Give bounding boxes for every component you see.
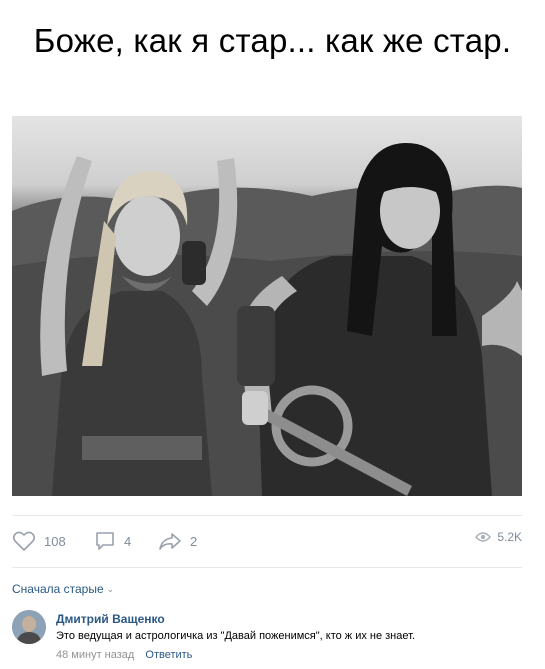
share-icon xyxy=(158,530,182,552)
post-caption: Боже, как я стар... как же стар. xyxy=(33,22,512,59)
share-count: 2 xyxy=(190,533,198,549)
like-count: 108 xyxy=(44,533,66,549)
eye-icon xyxy=(475,531,492,543)
comment-button[interactable]: 4 xyxy=(94,530,131,552)
comment-meta: 48 минут назад Ответить xyxy=(56,649,192,661)
actions-divider-top xyxy=(12,515,522,516)
chevron-down-icon: ⌄ xyxy=(106,583,115,594)
actions-divider-bottom xyxy=(12,567,522,568)
post-photo[interactable] xyxy=(12,116,522,496)
views-counter: 5.2K xyxy=(475,530,522,544)
heart-icon xyxy=(12,530,36,552)
like-button[interactable]: 108 xyxy=(12,530,66,552)
share-button[interactable]: 2 xyxy=(158,530,197,552)
comments-sort-label: Сначала старые xyxy=(12,582,104,596)
comment-author[interactable]: Дмитрий Ващенко xyxy=(56,612,165,626)
post-actions-bar: 108 4 2 5.2K xyxy=(12,530,522,554)
comment-time[interactable]: 48 минут назад xyxy=(56,649,134,661)
comment-count: 4 xyxy=(124,533,132,549)
views-count: 5.2K xyxy=(497,530,522,544)
comments-sort-dropdown[interactable]: Сначала старые ⌄ xyxy=(12,582,114,596)
comment-text: Это ведущая и астрологичка из "Давай пож… xyxy=(56,630,416,642)
comment-icon xyxy=(94,530,116,552)
reply-link[interactable]: Ответить xyxy=(145,649,192,661)
avatar[interactable] xyxy=(12,610,46,644)
